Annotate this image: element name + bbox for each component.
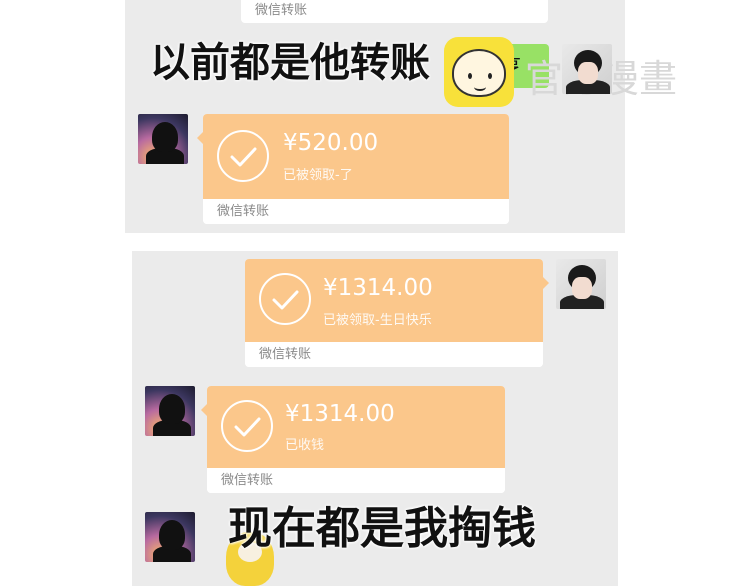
avatar-shirt [566,80,610,94]
transfer-card-1314-received[interactable]: ¥1314.00 已收钱 微信转账 [201,386,505,493]
check-circle-icon [221,400,273,452]
avatar-self-top[interactable] [562,44,612,94]
transfer-card-520[interactable]: ¥520.00 已被领取-了 微信转账 [197,114,509,224]
bun-eye-left [468,73,472,79]
transfer-footer: 微信转账 [203,199,509,224]
avatar-shirt [560,295,604,309]
caption-top: 以前都是他转账 [150,40,430,86]
transfer-card-body: ¥1314.00 已收钱 [207,386,505,468]
avatar-partner-top[interactable] [138,114,188,164]
transfer-card-1314-sent[interactable]: ¥1314.00 已被领取-生日快乐 微信转账 [245,259,549,367]
check-circle-icon [217,130,269,182]
transfer-footer-stub: 微信转账 [241,0,548,23]
transfer-note: 已被领取-了 [283,168,353,183]
transfer-card-body: ¥1314.00 已被领取-生日快乐 [245,259,543,342]
transfer-footer: 微信转账 [245,342,543,367]
caption-bottom: 现在都是我掏钱 [228,503,536,554]
bun-face [452,49,506,97]
transfer-card-body: ¥520.00 已被领取-了 [203,114,509,199]
bun-eye-right [488,73,492,79]
bun-mouth [474,83,486,91]
transfer-amount: ¥520.00 [283,130,379,156]
transfer-note: 已被领取-生日快乐 [323,313,432,328]
transfer-amount: ¥1314.00 [285,401,395,427]
transfer-footer: 微信转账 [207,468,505,493]
bun-emoji-sticker [444,37,514,107]
check-circle-icon [259,273,311,325]
avatar-partner-bottom-1[interactable] [145,386,195,436]
transfer-note: 已收钱 [285,438,325,453]
avatar-partner-bottom-2[interactable] [145,512,195,562]
transfer-amount: ¥1314.00 [323,275,433,301]
avatar-self-bottom[interactable] [556,259,606,309]
